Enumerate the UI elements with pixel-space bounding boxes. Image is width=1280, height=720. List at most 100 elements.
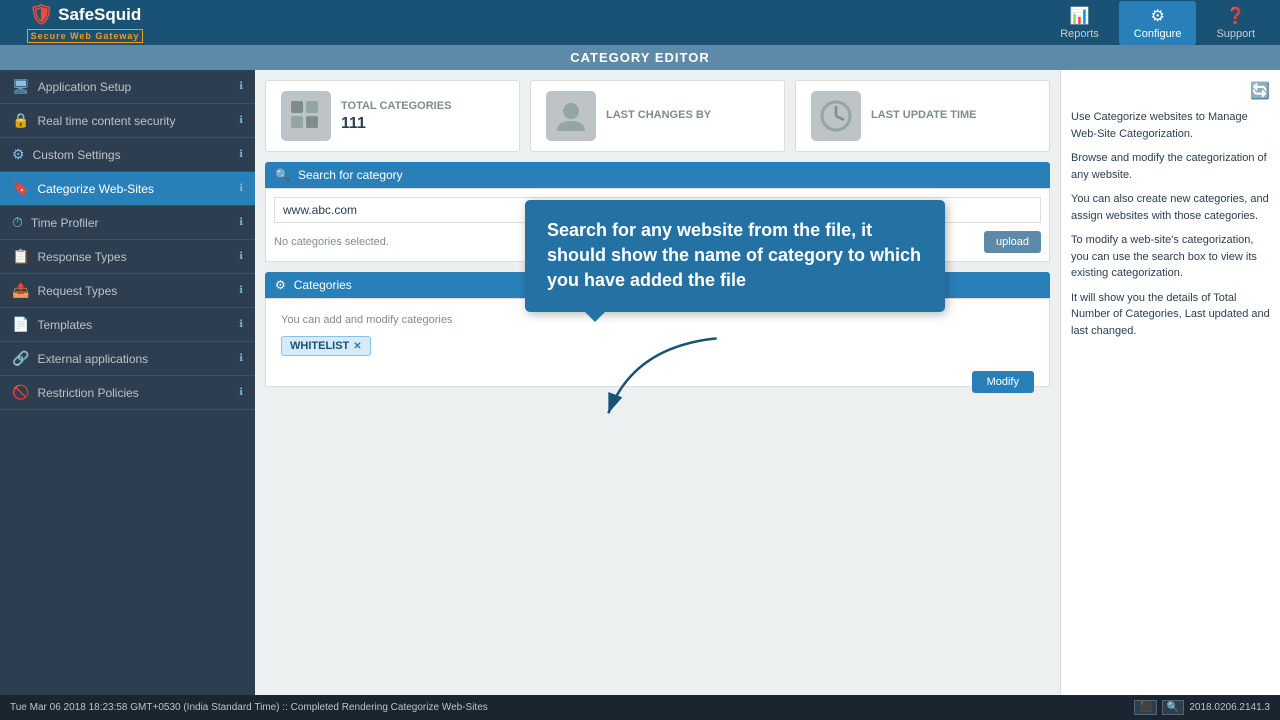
sidebar-item-external-apps[interactable]: 🔗 External applications ℹ xyxy=(0,342,255,376)
sidebar-item-info: ℹ xyxy=(239,251,243,262)
last-changes-icon xyxy=(546,91,596,141)
categorize-icon: 🔖 xyxy=(12,180,29,197)
search-label: Search for category xyxy=(298,168,403,182)
status-icon-left[interactable]: ⬛ xyxy=(1134,700,1156,715)
sidebar-item-label: Application Setup xyxy=(38,80,229,94)
sidebar-item-label: Response Types xyxy=(37,250,229,264)
arrow-svg xyxy=(575,330,775,430)
categories-header-icon: ⚙ xyxy=(275,278,286,292)
sidebar-item-label: Restriction Policies xyxy=(37,386,229,400)
custom-settings-icon: ⚙ xyxy=(12,146,25,163)
categories-hint: You can add and modify categories xyxy=(281,314,1034,326)
nav-buttons: 📊 Reports ⚙ Configure ❓ Support xyxy=(1045,1,1270,45)
sidebar-item-info: ℹ xyxy=(239,183,243,194)
stat-value: 111 xyxy=(341,115,451,133)
last-update-icon xyxy=(811,91,861,141)
status-right: ⬛ 🔍 2018.0206.2141.3 xyxy=(1134,700,1270,715)
sidebar-item-label: Real time content security xyxy=(37,114,229,128)
stat-card-last-changes: LAST CHANGES BY xyxy=(530,80,785,152)
sidebar-item-info: ℹ xyxy=(239,217,243,228)
stat-label: LAST UPDATE TIME xyxy=(871,109,977,121)
logo-name: SafeSquid xyxy=(58,5,141,25)
callout-text: Search for any website from the file, it… xyxy=(547,220,921,290)
sidebar-item-label: Categorize Web-Sites xyxy=(37,182,229,196)
sidebar-item-real-time[interactable]: 🔒 Real time content security ℹ xyxy=(0,104,255,138)
whitelist-tag: WHITELIST ✕ xyxy=(281,336,371,356)
sidebar-item-categorize[interactable]: 🔖 Categorize Web-Sites ℹ xyxy=(0,172,255,206)
configure-icon: ⚙ xyxy=(1150,6,1164,26)
templates-icon: 📄 xyxy=(12,316,29,333)
tag-close-button[interactable]: ✕ xyxy=(353,341,361,352)
configure-button[interactable]: ⚙ Configure xyxy=(1119,1,1197,45)
sidebar-item-time-profiler[interactable]: ⏱ Time Profiler ℹ xyxy=(0,206,255,240)
support-icon: ❓ xyxy=(1226,6,1246,26)
stats-row: TOTAL CATEGORIES 111 LAST CHANGES BY xyxy=(265,80,1050,152)
sidebar-item-info: ℹ xyxy=(239,81,243,92)
logo-area: 🛡 SafeSquid Secure Web Gateway xyxy=(10,3,1045,43)
sidebar-item-templates[interactable]: 📄 Templates ℹ xyxy=(0,308,255,342)
reports-button[interactable]: 📊 Reports xyxy=(1045,1,1114,45)
status-version: 2018.0206.2141.3 xyxy=(1189,702,1270,713)
content-area: TOTAL CATEGORIES 111 LAST CHANGES BY xyxy=(255,70,1060,695)
sidebar-item-custom-settings[interactable]: ⚙ Custom Settings ℹ xyxy=(0,138,255,172)
logo: 🛡 SafeSquid Secure Web Gateway xyxy=(10,3,160,43)
stat-card-total-categories: TOTAL CATEGORIES 111 xyxy=(265,80,520,152)
stat-info-total-categories: TOTAL CATEGORIES 111 xyxy=(341,100,451,133)
time-profiler-icon: ⏱ xyxy=(12,214,23,231)
support-button[interactable]: ❓ Support xyxy=(1201,1,1270,45)
categories-header-label: Categories xyxy=(294,278,352,292)
sidebar-item-restriction-policies[interactable]: 🚫 Restriction Policies ℹ xyxy=(0,376,255,410)
right-panel-line-1: Use Categorize websites to Manage Web-Si… xyxy=(1071,109,1270,142)
reports-icon: 📊 xyxy=(1070,6,1090,26)
status-text: Tue Mar 06 2018 18:23:58 GMT+0530 (India… xyxy=(10,702,488,713)
status-icon-right[interactable]: 🔍 xyxy=(1162,700,1184,715)
sidebar-item-info: ℹ xyxy=(239,387,243,398)
sidebar-item-info: ℹ xyxy=(239,319,243,330)
external-apps-icon: 🔗 xyxy=(12,350,29,367)
sidebar-item-label: Templates xyxy=(37,318,229,332)
search-bar: 🔍 Search for category xyxy=(265,162,1050,188)
sidebar-item-label: Request Types xyxy=(37,284,229,298)
sidebar-item-application-setup[interactable]: 🖥 Application Setup ℹ xyxy=(0,70,255,104)
sidebar-item-response-types[interactable]: 📋 Response Types ℹ xyxy=(0,240,255,274)
stat-label: LAST CHANGES BY xyxy=(606,109,711,121)
stat-info-last-changes: LAST CHANGES BY xyxy=(606,109,711,124)
right-panel-line-4: To modify a web-site's categorization, y… xyxy=(1071,232,1270,282)
arrow-container xyxy=(575,330,775,433)
sidebar-item-label: External applications xyxy=(37,352,229,366)
configure-label: Configure xyxy=(1134,28,1182,40)
refresh-icon[interactable]: 🔄 xyxy=(1250,80,1270,104)
top-nav: 🛡 SafeSquid Secure Web Gateway 📊 Reports… xyxy=(0,0,1280,45)
real-time-icon: 🔒 xyxy=(12,112,29,129)
sidebar: 🖥 Application Setup ℹ 🔒 Real time conten… xyxy=(0,70,255,695)
search-icon: 🔍 xyxy=(275,168,290,182)
page-header: CATEGORY EDITOR xyxy=(0,45,1280,70)
sidebar-item-request-types[interactable]: 📤 Request Types ℹ xyxy=(0,274,255,308)
logo-subtitle: Secure Web Gateway xyxy=(27,29,144,43)
sidebar-item-info: ℹ xyxy=(239,353,243,364)
stat-info-last-update: LAST UPDATE TIME xyxy=(871,109,977,124)
logo-title: 🛡 SafeSquid xyxy=(29,2,142,27)
sidebar-item-label: Custom Settings xyxy=(33,148,230,162)
stat-card-last-update: LAST UPDATE TIME xyxy=(795,80,1050,152)
upload-button[interactable]: upload xyxy=(984,231,1041,253)
right-panel: 🔄 Use Categorize websites to Manage Web-… xyxy=(1060,70,1280,695)
page-title: CATEGORY EDITOR xyxy=(570,50,709,65)
sidebar-item-label: Time Profiler xyxy=(31,216,229,230)
tag-label: WHITELIST xyxy=(290,340,349,352)
right-panel-line-5: It will show you the details of Total Nu… xyxy=(1071,290,1270,340)
total-categories-icon xyxy=(281,91,331,141)
restriction-policies-icon: 🚫 xyxy=(12,384,29,401)
sidebar-item-info: ℹ xyxy=(239,285,243,296)
callout-tooltip: Search for any website from the file, it… xyxy=(525,200,945,312)
logo-shield-icon: 🛡 xyxy=(29,2,54,27)
status-bar: Tue Mar 06 2018 18:23:58 GMT+0530 (India… xyxy=(0,695,1280,720)
right-panel-line-2: Browse and modify the categorization of … xyxy=(1071,150,1270,183)
sidebar-item-info: ℹ xyxy=(239,149,243,160)
sidebar-item-info: ℹ xyxy=(239,115,243,126)
main-layout: 🖥 Application Setup ℹ 🔒 Real time conten… xyxy=(0,70,1280,695)
reports-label: Reports xyxy=(1060,28,1099,40)
support-label: Support xyxy=(1216,28,1255,40)
modify-button[interactable]: Modify xyxy=(972,371,1034,393)
right-panel-line-3: You can also create new categories, and … xyxy=(1071,191,1270,224)
